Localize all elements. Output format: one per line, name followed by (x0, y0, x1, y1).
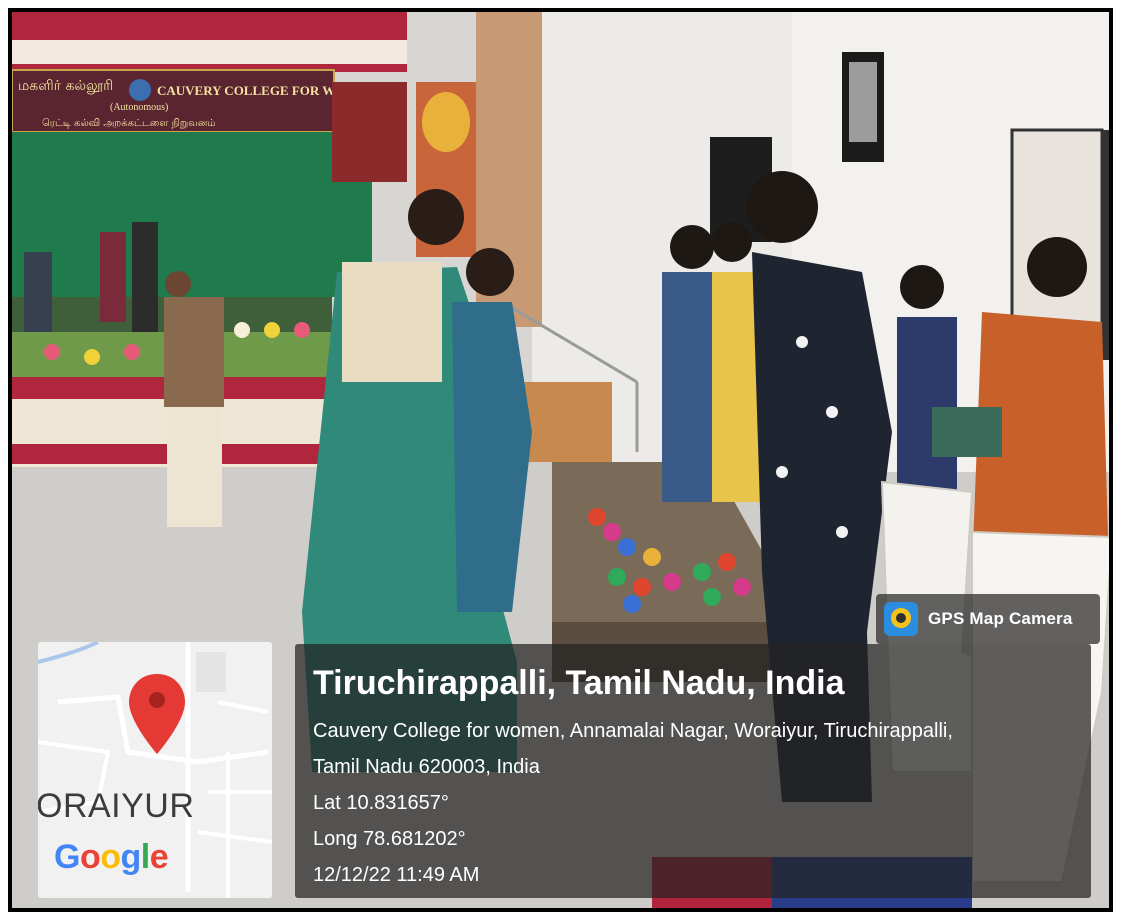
photo-frame: மகளிர் கல்லூரி CAUVERY COLLEGE FOR WOMEN… (8, 8, 1113, 912)
location-map-thumbnail: ORAIYUR Google (38, 642, 272, 898)
gps-map-camera-icon (884, 602, 918, 636)
address-line-2: Tamil Nadu 620003, India (313, 756, 540, 778)
college-emblem-icon (129, 79, 151, 101)
timestamp: 12/12/22 11:49 AM (313, 864, 480, 886)
banner-autonomous: (Autonomous) (110, 102, 168, 113)
address-line-1: Cauvery College for women, Annamalai Nag… (313, 720, 953, 742)
banner-tamil-sub: ரெட்டி கல்வி அறக்கட்டளை நிறுவனம் (42, 118, 216, 129)
gps-camera-badge: GPS Map Camera (876, 594, 1100, 644)
google-logo: Google (54, 838, 169, 876)
banner-tamil: மகளிர் கல்லூரி (18, 78, 113, 94)
longitude: Long 78.681202° (313, 828, 466, 850)
map-place-label: ORAIYUR (38, 787, 195, 825)
location-info-panel: Tiruchirappalli, Tamil Nadu, India Cauve… (295, 644, 1091, 898)
latitude: Lat 10.831657° (313, 792, 449, 814)
gps-camera-label: GPS Map Camera (928, 609, 1073, 628)
location-title: Tiruchirappalli, Tamil Nadu, India (313, 664, 845, 702)
